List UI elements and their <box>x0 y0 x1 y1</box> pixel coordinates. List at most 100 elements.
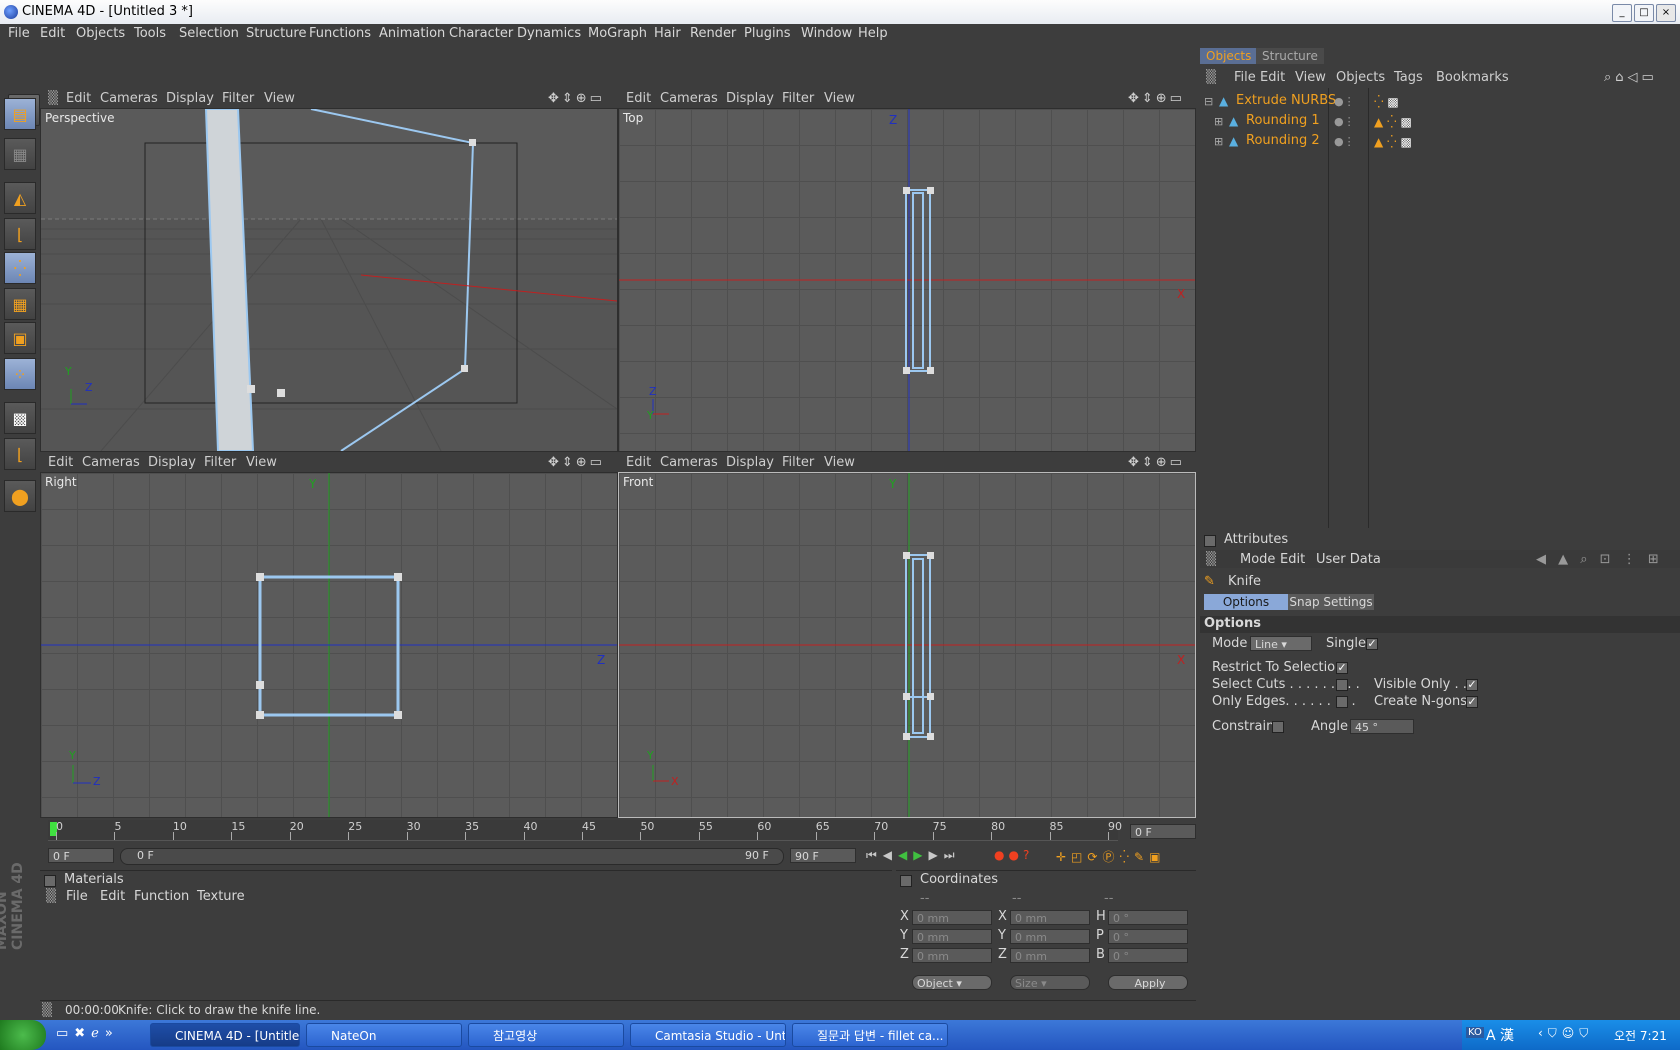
perspective-viewport[interactable]: Perspective Y Z <box>40 108 618 452</box>
texture-mode-icon[interactable]: ▦ <box>4 138 36 170</box>
vp-menu-edit[interactable]: Edit <box>66 91 91 106</box>
task-cinema4d[interactable]: CINEMA 4D - [Untitled ... <box>150 1023 300 1047</box>
mat-menu-file[interactable]: File <box>66 889 88 904</box>
attr-menu-user-data[interactable]: User Data <box>1316 552 1381 567</box>
vp-menu-filter[interactable]: Filter <box>782 455 814 470</box>
menu-character[interactable]: Character <box>449 26 513 41</box>
vp-menu-edit[interactable]: Edit <box>626 455 651 470</box>
maximize-button[interactable]: □ <box>1634 4 1654 22</box>
axis-mode-icon[interactable]: ⌊ <box>4 218 36 250</box>
viewport-nav-icons[interactable]: ✥⇕⊕▭ <box>548 91 605 106</box>
menu-tools[interactable]: Tools <box>134 26 166 41</box>
vp-menu-view[interactable]: View <box>246 455 277 470</box>
vp-menu-view[interactable]: View <box>264 91 295 106</box>
create-ngons-checkbox[interactable]: ✓ <box>1466 696 1478 708</box>
menu-mograph[interactable]: MoGraph <box>588 26 647 41</box>
vp-menu-filter[interactable]: Filter <box>204 455 236 470</box>
vp-menu-display[interactable]: Display <box>166 91 214 106</box>
model-mode-icon[interactable]: ▤ <box>4 98 36 130</box>
tray-icons[interactable]: ‹⛉☺⛉ <box>1538 1026 1593 1041</box>
obj-menu-file[interactable]: File <box>1234 70 1256 85</box>
obj-menu-edit[interactable]: Edit <box>1260 70 1285 85</box>
close-button[interactable]: × <box>1656 4 1676 22</box>
viewport-nav-icons[interactable]: ✥⇕⊕▭ <box>1128 455 1185 470</box>
size-x-field[interactable]: 0 mm <box>1010 910 1090 925</box>
menu-window[interactable]: Window <box>801 26 852 41</box>
menu-hair[interactable]: Hair <box>654 26 681 41</box>
object-extrude-nurbs[interactable]: Extrude NURBS <box>1236 93 1336 108</box>
tab-structure[interactable]: Structure <box>1256 48 1324 64</box>
tab-objects[interactable]: Objects <box>1200 48 1258 64</box>
nav-back-icon[interactable]: ◀ ▲ ⌕ ⊡ ⋮ ⊞ <box>1536 552 1663 567</box>
minimize-button[interactable]: _ <box>1612 4 1632 22</box>
menu-dynamics[interactable]: Dynamics <box>517 26 581 41</box>
select-cuts-checkbox[interactable] <box>1336 679 1348 691</box>
restrict-to-selection-checkbox[interactable]: ✓ <box>1336 662 1348 674</box>
tab-snap-settings[interactable]: Snap Settings <box>1288 594 1374 610</box>
apply-button[interactable]: Apply <box>1108 975 1188 990</box>
task-reference-video-folder[interactable]: 참고영상 <box>468 1023 624 1047</box>
attr-menu-edit[interactable]: Edit <box>1280 552 1305 567</box>
tree-collapse-icon[interactable]: ⊟ <box>1204 95 1213 108</box>
task-nateon[interactable]: NateOn <box>306 1023 462 1047</box>
end-frame-field[interactable]: 90 F <box>790 848 856 863</box>
rot-p-field[interactable]: 0 ° <box>1108 929 1188 944</box>
size-y-field[interactable]: 0 mm <box>1010 929 1090 944</box>
only-edges-checkbox[interactable] <box>1336 696 1348 708</box>
obj-menu-tags[interactable]: Tags <box>1394 70 1423 85</box>
mat-menu-function[interactable]: Function <box>134 889 189 904</box>
quick-launch-icons[interactable]: ▭✖ℯ» <box>56 1026 119 1041</box>
size-mode-dropdown[interactable]: Size ▾ <box>1010 975 1090 990</box>
vp-menu-display[interactable]: Display <box>726 91 774 106</box>
coordinate-mode-dropdown[interactable]: Object ▾ <box>912 975 992 990</box>
top-viewport[interactable]: Top Z X Z Y <box>618 108 1196 452</box>
front-viewport[interactable]: Front Y X Y X <box>618 472 1196 818</box>
ime-indicator[interactable]: A 漢 <box>1486 1025 1514 1045</box>
object-rounding-2[interactable]: Rounding 2 <box>1246 133 1320 148</box>
record-keys-icons[interactable]: ●●? <box>994 848 1033 862</box>
menu-functions[interactable]: Functions <box>309 26 371 41</box>
menu-objects[interactable]: Objects <box>76 26 125 41</box>
playback-controls[interactable]: ⏮◀◀▶▶⏭ <box>866 848 961 863</box>
tree-expand-icon[interactable]: ⊞ <box>1214 135 1223 148</box>
vp-menu-display[interactable]: Display <box>726 455 774 470</box>
vp-menu-cameras[interactable]: Cameras <box>660 91 718 106</box>
single-checkbox[interactable]: ✓ <box>1366 638 1378 650</box>
rot-b-field[interactable]: 0 ° <box>1108 948 1188 963</box>
object-rounding-1[interactable]: Rounding 1 <box>1246 113 1320 128</box>
vp-menu-edit[interactable]: Edit <box>48 455 73 470</box>
menu-selection[interactable]: Selection <box>179 26 239 41</box>
search-icon[interactable]: ⌕⌂◁▭ <box>1604 70 1658 85</box>
vp-menu-cameras[interactable]: Cameras <box>100 91 158 106</box>
menu-render[interactable]: Render <box>690 26 736 41</box>
obj-menu-bookmarks[interactable]: Bookmarks <box>1436 70 1509 85</box>
tree-expand-icon[interactable]: ⊞ <box>1214 115 1223 128</box>
vp-menu-view[interactable]: View <box>824 91 855 106</box>
object-axis-icon[interactable]: ◭ <box>4 182 36 214</box>
vp-menu-view[interactable]: View <box>824 455 855 470</box>
pos-x-field[interactable]: 0 mm <box>912 910 992 925</box>
menu-help[interactable]: Help <box>858 26 888 41</box>
pos-z-field[interactable]: 0 mm <box>912 948 992 963</box>
viewport-nav-icons[interactable]: ✥⇕⊕▭ <box>548 455 605 470</box>
mode-dropdown[interactable]: Line ▾ <box>1250 636 1312 651</box>
constrain-checkbox[interactable] <box>1272 721 1284 733</box>
size-z-field[interactable]: 0 mm <box>1010 948 1090 963</box>
task-qna-browser[interactable]: 질문과 답변 - fillet ca... <box>792 1023 948 1047</box>
start-button[interactable] <box>0 1020 46 1050</box>
vp-menu-filter[interactable]: Filter <box>782 91 814 106</box>
rot-h-field[interactable]: 0 ° <box>1108 910 1188 925</box>
obj-menu-objects[interactable]: Objects <box>1336 70 1385 85</box>
menu-structure[interactable]: Structure <box>246 26 306 41</box>
visible-only-checkbox[interactable]: ✓ <box>1466 679 1478 691</box>
vp-menu-filter[interactable]: Filter <box>222 91 254 106</box>
checker-icon[interactable]: ▩ <box>4 402 36 434</box>
viewport-nav-icons[interactable]: ✥⇕⊕▭ <box>1128 91 1185 106</box>
timeline-ruler[interactable]: 0 5 10 15 20 25 30 35 40 45 50 55 60 65 70 75 80 85 90 <box>48 820 1122 841</box>
vp-menu-cameras[interactable]: Cameras <box>82 455 140 470</box>
mat-menu-texture[interactable]: Texture <box>197 889 245 904</box>
sculpt-icon[interactable]: ⬤ <box>4 480 36 512</box>
task-camtasia[interactable]: Camtasia Studio - Unti... <box>630 1023 786 1047</box>
pos-y-field[interactable]: 0 mm <box>912 929 992 944</box>
vp-menu-display[interactable]: Display <box>148 455 196 470</box>
